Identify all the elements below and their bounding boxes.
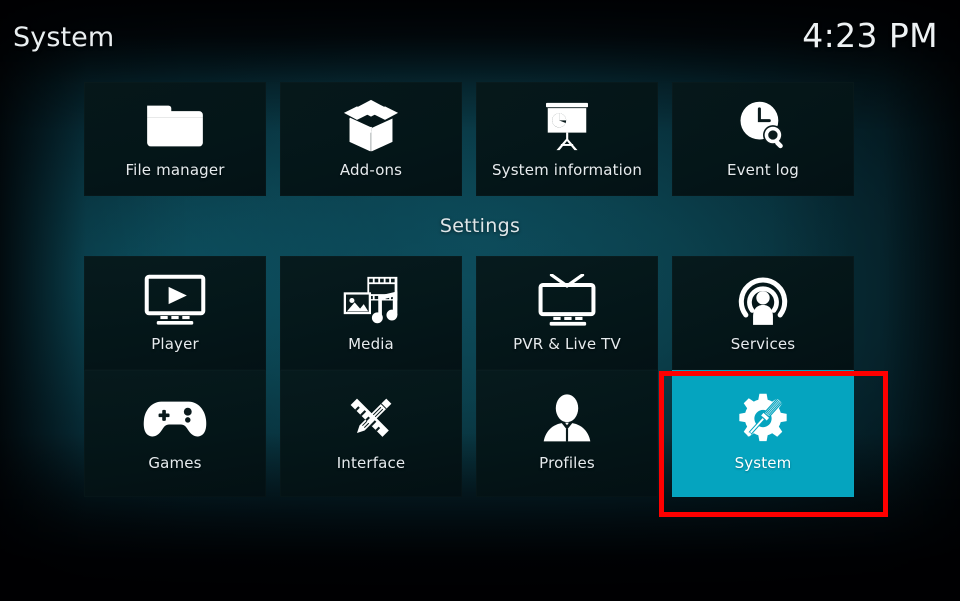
presentation-chart-icon (533, 95, 601, 157)
open-box-icon (337, 95, 405, 157)
menu-tile-games[interactable]: Games (84, 370, 266, 497)
pencil-ruler-icon (337, 388, 405, 450)
folder-icon (141, 95, 209, 157)
menu-tile-pvr-live-tv[interactable]: PVR & Live TV (476, 256, 658, 370)
menu-tile-event-log[interactable]: Event log (672, 82, 854, 196)
gear-screwdriver-icon (729, 388, 797, 450)
menu-tile-player[interactable]: Player (84, 256, 266, 370)
menu-tile-add-ons[interactable]: Add-ons (280, 82, 462, 196)
menu-tile-file-manager[interactable]: File manager (84, 82, 266, 196)
menu-tile-interface[interactable]: Interface (280, 370, 462, 497)
menu-tile-label: Player (151, 335, 199, 353)
menu-tile-label: System information (492, 161, 642, 179)
settings-row-1: Player Media PVR & Live TV Services (84, 256, 876, 370)
menu-grid: File manager Add-ons System information … (84, 82, 876, 497)
menu-tile-system[interactable]: System (672, 370, 854, 497)
clock-search-icon (729, 95, 797, 157)
monitor-play-icon (141, 269, 209, 331)
menu-tile-label: File manager (125, 161, 225, 179)
page-title: System (13, 22, 115, 53)
header-bar: System 4:23 PM (0, 0, 960, 76)
menu-tile-label: Games (148, 454, 202, 472)
settings-row-2: Games Interface Profiles System (84, 370, 876, 497)
settings-section-label: Settings (439, 215, 521, 237)
menu-tile-services[interactable]: Services (672, 256, 854, 370)
menu-tile-label: Services (730, 335, 796, 353)
media-library-icon (337, 269, 405, 331)
menu-tile-label: Media (348, 335, 394, 353)
broadcast-user-icon (729, 269, 797, 331)
top-utilities-row: File manager Add-ons System information … (84, 82, 876, 196)
menu-tile-label: Profiles (539, 454, 595, 472)
menu-tile-label: System (734, 454, 792, 472)
menu-tile-system-information[interactable]: System information (476, 82, 658, 196)
kodi-system-screen: System 4:23 PM File manager Add-ons Syst… (0, 0, 960, 601)
menu-tile-label: Add-ons (339, 161, 403, 179)
menu-tile-label: Interface (336, 454, 406, 472)
menu-tile-profiles[interactable]: Profiles (476, 370, 658, 497)
gamepad-icon (141, 388, 209, 450)
tv-antenna-icon (533, 269, 601, 331)
menu-tile-label: Event log (727, 161, 799, 179)
menu-tile-label: PVR & Live TV (513, 335, 621, 353)
menu-tile-media[interactable]: Media (280, 256, 462, 370)
clock-label: 4:23 PM (802, 16, 938, 55)
user-profile-icon (533, 388, 601, 450)
